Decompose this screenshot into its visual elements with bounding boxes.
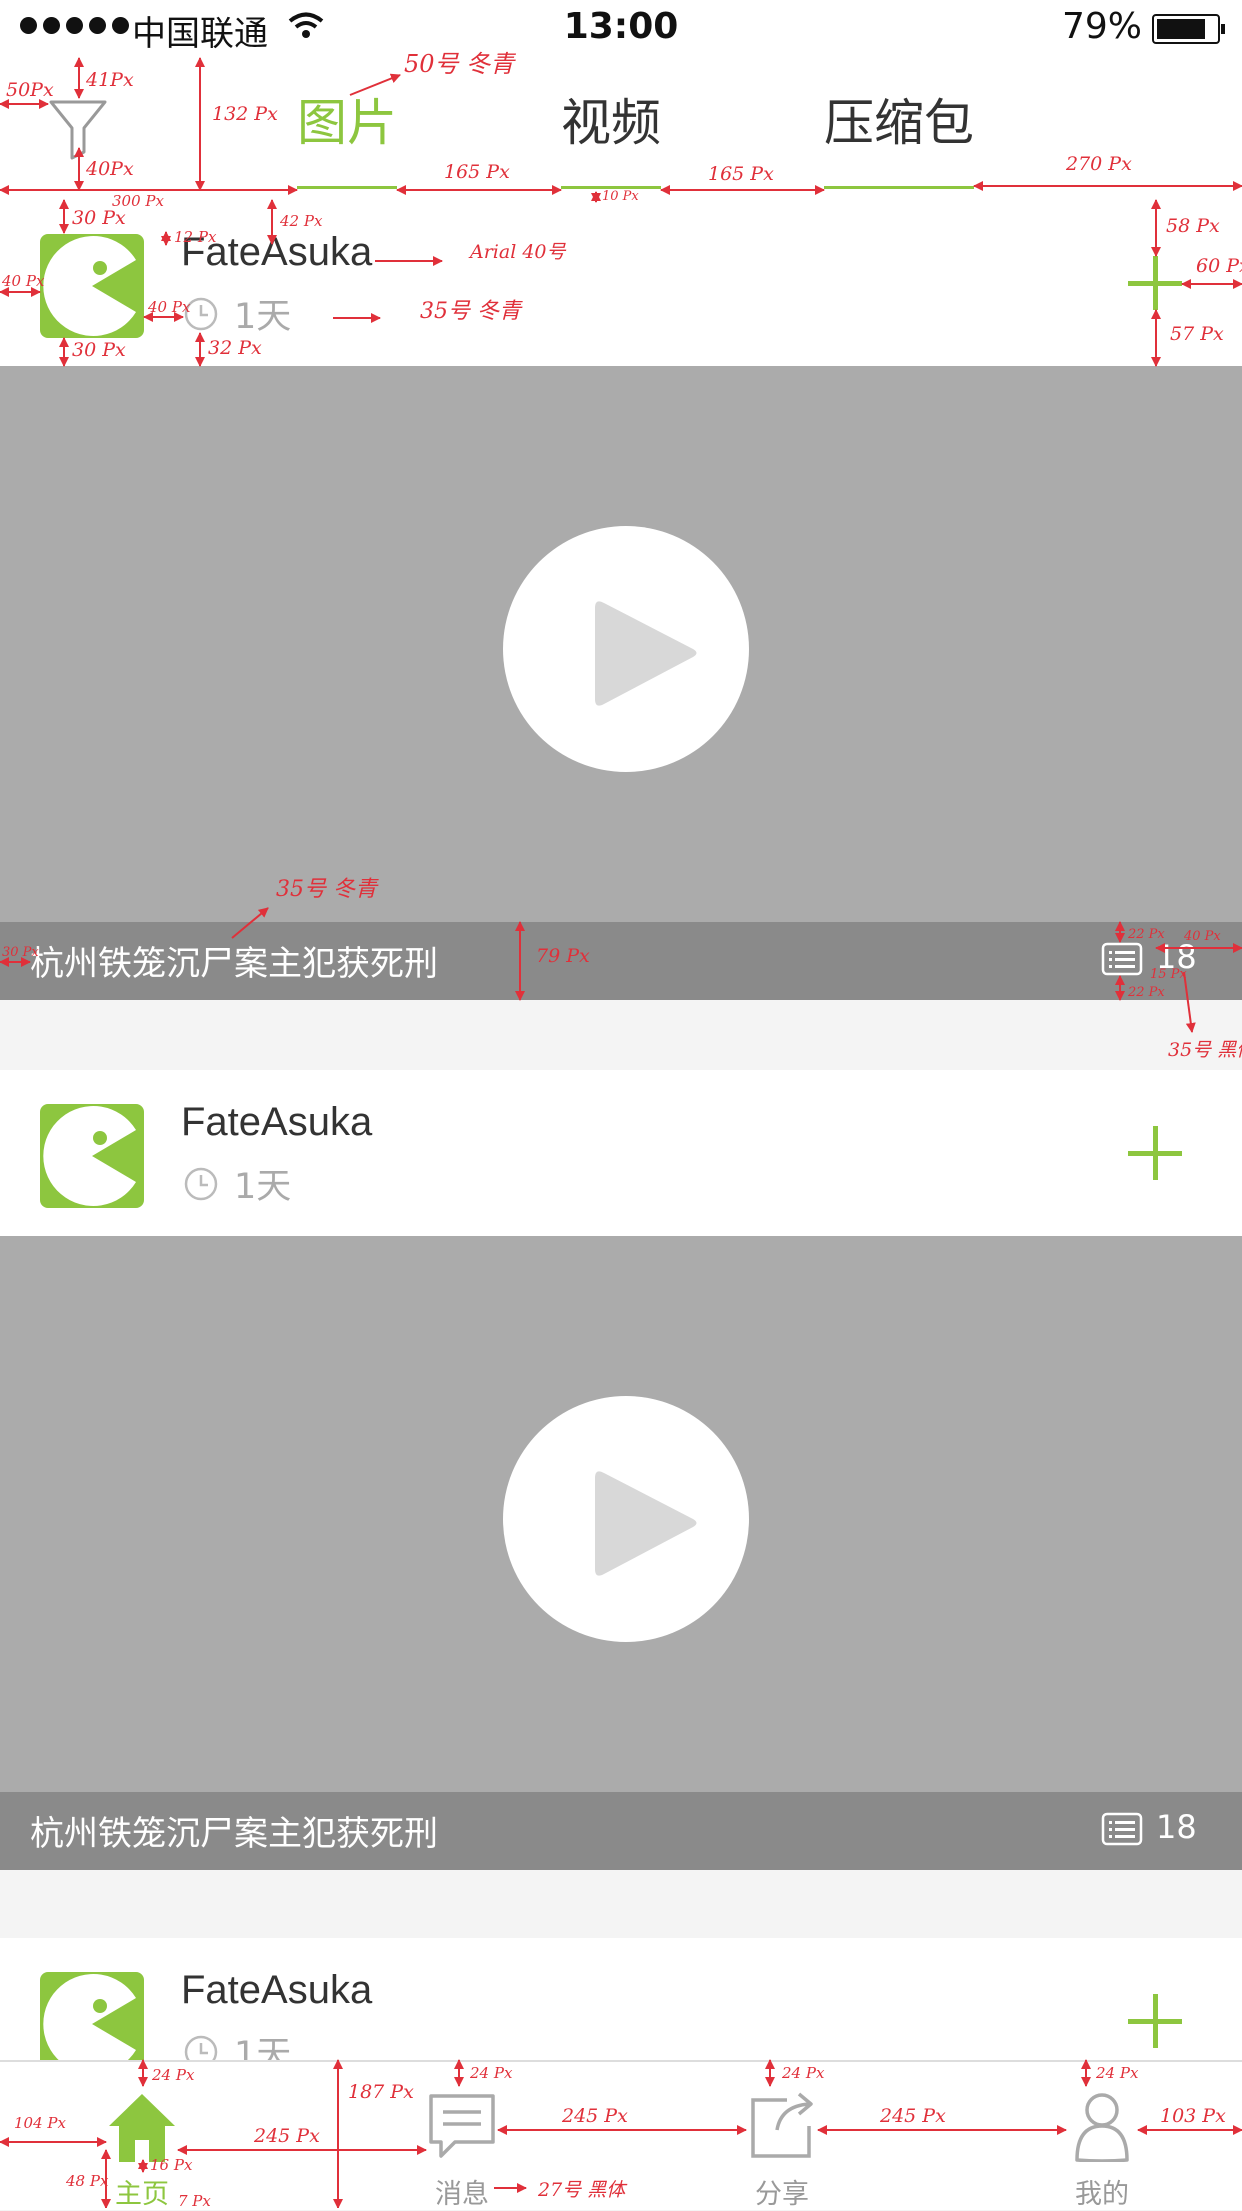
status-bar: 中国联通 13:00 79% — [0, 0, 1242, 58]
video-thumbnail[interactable]: 杭州铁笼沉尸案主犯获死刑 18 — [0, 1236, 1242, 1870]
comment-count: 18 — [1156, 938, 1197, 976]
nav-profile[interactable]: 我的 — [1032, 2062, 1172, 2210]
tab-videos[interactable]: 视频 — [561, 90, 661, 156]
nav-messages-label: 消息 — [435, 2179, 489, 2210]
avatar[interactable] — [40, 1104, 144, 1208]
battery-icon — [1152, 14, 1225, 44]
follow-add-icon[interactable] — [1128, 256, 1182, 310]
post-header: FateAsuka 1天 — [0, 1070, 1242, 1236]
post-header: FateAsuka 1天 — [0, 200, 1242, 366]
caption-bar: 杭州铁笼沉尸案主犯获死刑 18 — [0, 922, 1242, 1000]
post-caption[interactable]: 杭州铁笼沉尸案主犯获死刑 — [30, 1806, 438, 1855]
author-name[interactable]: FateAsuka — [181, 230, 372, 275]
play-button[interactable] — [503, 1396, 749, 1642]
avatar[interactable] — [40, 234, 144, 338]
comment-list-icon[interactable] — [1101, 1812, 1143, 1846]
post-caption[interactable]: 杭州铁笼沉尸案主犯获死刑 — [30, 936, 438, 985]
play-button[interactable] — [503, 526, 749, 772]
nav-share-label: 分享 — [755, 2179, 809, 2210]
tab-images[interactable]: 图片 — [297, 90, 397, 156]
post-age: 1天 — [234, 297, 292, 337]
nav-messages[interactable]: 消息 — [392, 2062, 532, 2210]
profile-icon — [1075, 2093, 1129, 2162]
message-icon — [429, 2094, 495, 2158]
share-icon — [751, 2092, 813, 2158]
post-age: 1天 — [234, 1167, 292, 1207]
home-icon — [109, 2094, 175, 2162]
comment-list-icon[interactable] — [1101, 942, 1143, 976]
filter-icon[interactable] — [48, 98, 108, 160]
video-thumbnail[interactable]: 杭州铁笼沉尸案主犯获死刑 18 — [0, 366, 1242, 1000]
nav-home[interactable]: 主页 — [72, 2062, 212, 2210]
tab-archives[interactable]: 压缩包 — [824, 90, 974, 156]
tab-divider — [824, 186, 974, 189]
tab-divider — [561, 186, 661, 189]
author-name[interactable]: FateAsuka — [181, 1968, 372, 2013]
caption-bar: 杭州铁笼沉尸案主犯获死刑 18 — [0, 1792, 1242, 1870]
nav-home-label: 主页 — [115, 2179, 169, 2210]
clock: 13:00 — [563, 6, 679, 47]
comment-count: 18 — [1156, 1808, 1197, 1846]
nav-profile-label: 我的 — [1075, 2179, 1129, 2210]
bottom-tab-bar: 主页 消息 分享 我的 — [0, 2060, 1242, 2210]
clock-icon — [184, 297, 218, 331]
tab-active-indicator — [297, 186, 397, 189]
follow-add-icon[interactable] — [1128, 1126, 1182, 1180]
svg-text:35号 黑体: 35号 黑体 — [1168, 1039, 1242, 1061]
clock-icon — [184, 1167, 218, 1201]
follow-add-icon[interactable] — [1128, 1994, 1182, 2048]
nav-share[interactable]: 分享 — [712, 2062, 852, 2210]
author-name[interactable]: FateAsuka — [181, 1100, 372, 1145]
battery-percentage: 79% — [1062, 6, 1143, 47]
top-nav: 图片 视频 压缩包 — [0, 58, 1242, 200]
